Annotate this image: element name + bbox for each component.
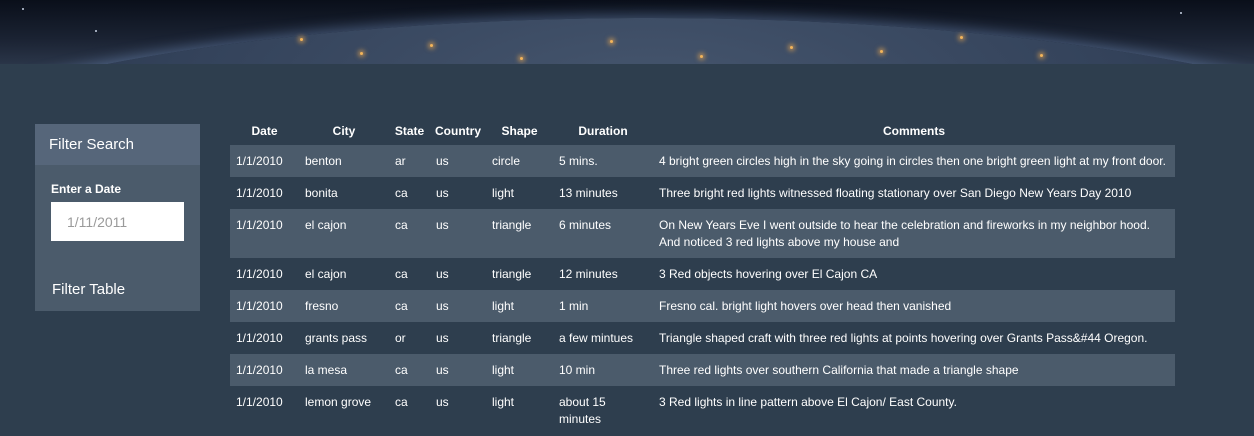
table-row: 1/1/2010 bonita ca us light 13 minutes Three b… xyxy=(230,177,1175,209)
duration-cell: 13 minutes xyxy=(553,177,653,209)
comments-cell: Fresno cal. bright light hovers over hea… xyxy=(653,290,1175,322)
state-cell: ca xyxy=(389,290,430,322)
table-row: 1/1/2010 el cajon ca us triangle 12 minutes 3 … xyxy=(230,258,1175,290)
date-cell: 1/1/2010 xyxy=(230,354,299,386)
city-cell: fresno xyxy=(299,290,389,322)
duration-cell: 12 minutes xyxy=(553,258,653,290)
column-header-country: Country xyxy=(435,123,481,138)
date-cell: 1/1/2010 xyxy=(230,258,299,290)
city-cell: benton xyxy=(299,145,389,177)
state-cell: ca xyxy=(389,258,430,290)
table-header-row: Date City State Country Shape Duration C… xyxy=(230,116,1175,145)
city-light xyxy=(520,57,523,60)
comments-cell: 3 Red lights in line pattern above El Ca… xyxy=(653,386,1175,435)
city-cell: el cajon xyxy=(299,258,389,290)
date-field-label: Enter a Date xyxy=(51,182,122,196)
comments-cell: 3 Red objects hovering over El Cajon CA xyxy=(653,258,1175,290)
star xyxy=(1180,12,1182,14)
shape-cell: light xyxy=(486,354,553,386)
comments-cell: Three bright red lights witnessed floati… xyxy=(653,177,1175,209)
table-row: 1/1/2010 lemon grove ca us light about 15 min… xyxy=(230,386,1175,435)
country-cell: us xyxy=(430,290,486,322)
shape-cell: light xyxy=(486,290,553,322)
city-light xyxy=(880,50,883,53)
column-header-city: City xyxy=(332,123,356,138)
comments-cell: On New Years Eve I went outside to hear … xyxy=(653,209,1175,258)
country-cell: us xyxy=(430,145,486,177)
country-cell: us xyxy=(430,258,486,290)
city-cell: grants pass xyxy=(299,322,389,354)
state-cell: ar xyxy=(389,145,430,177)
table-row: 1/1/2010 la mesa ca us light 10 min Three red … xyxy=(230,354,1175,386)
duration-cell: about 15 minutes xyxy=(553,386,653,435)
state-cell: ca xyxy=(389,354,430,386)
star xyxy=(95,30,97,32)
ufo-sightings-table: Date City State Country Shape Duration C… xyxy=(230,116,1175,435)
shape-cell: circle xyxy=(486,145,553,177)
column-header-state: State xyxy=(394,123,425,138)
duration-cell: 10 min xyxy=(553,354,653,386)
comments-cell: 4 bright green circles high in the sky g… xyxy=(653,145,1175,177)
city-cell: bonita xyxy=(299,177,389,209)
column-header-shape: Shape xyxy=(501,123,538,138)
city-light xyxy=(300,38,303,41)
country-cell: us xyxy=(430,322,486,354)
table-row: 1/1/2010 benton ar us circle 5 mins. 4 bright … xyxy=(230,145,1175,177)
comments-cell: Triangle shaped craft with three red lig… xyxy=(653,322,1175,354)
city-cell: el cajon xyxy=(299,209,389,258)
date-cell: 1/1/2010 xyxy=(230,322,299,354)
state-cell: ca xyxy=(389,209,430,258)
city-cell: lemon grove xyxy=(299,386,389,435)
filter-search-title: Filter Search xyxy=(35,124,200,165)
duration-cell: 6 minutes xyxy=(553,209,653,258)
city-light xyxy=(1040,54,1043,57)
duration-cell: a few mintues xyxy=(553,322,653,354)
shape-cell: triangle xyxy=(486,258,553,290)
date-cell: 1/1/2010 xyxy=(230,290,299,322)
date-cell: 1/1/2010 xyxy=(230,386,299,435)
column-header-date: Date xyxy=(251,123,278,138)
city-light xyxy=(610,40,613,43)
shape-cell: triangle xyxy=(486,322,553,354)
city-cell: la mesa xyxy=(299,354,389,386)
country-cell: us xyxy=(430,209,486,258)
city-light xyxy=(430,44,433,47)
filter-search-panel: Filter Search Enter a Date Filter Table xyxy=(35,124,200,311)
country-cell: us xyxy=(430,177,486,209)
earth-horizon xyxy=(0,18,1254,64)
city-light xyxy=(360,52,363,55)
date-cell: 1/1/2010 xyxy=(230,145,299,177)
shape-cell: triangle xyxy=(486,209,553,258)
city-light xyxy=(700,55,703,58)
table-row: 1/1/2010 el cajon ca us triangle 6 minutes On … xyxy=(230,209,1175,258)
state-cell: ca xyxy=(389,386,430,435)
table-row: 1/1/2010 fresno ca us light 1 min Fresno cal. … xyxy=(230,290,1175,322)
date-cell: 1/1/2010 xyxy=(230,209,299,258)
date-cell: 1/1/2010 xyxy=(230,177,299,209)
table-row: 1/1/2010 grants pass or us triangle a few min… xyxy=(230,322,1175,354)
state-cell: or xyxy=(389,322,430,354)
city-light xyxy=(960,36,963,39)
table-body: 1/1/2010 benton ar us circle 5 mins. 4 bright … xyxy=(230,145,1175,435)
country-cell: us xyxy=(430,386,486,435)
state-cell: ca xyxy=(389,177,430,209)
date-input[interactable] xyxy=(51,202,184,241)
column-header-duration: Duration xyxy=(578,123,628,138)
header-earth-banner xyxy=(0,0,1254,64)
star xyxy=(22,8,24,10)
duration-cell: 5 mins. xyxy=(553,145,653,177)
shape-cell: light xyxy=(486,386,553,435)
shape-cell: light xyxy=(486,177,553,209)
comments-cell: Three red lights over southern Californi… xyxy=(653,354,1175,386)
duration-cell: 1 min xyxy=(553,290,653,322)
city-light xyxy=(790,46,793,49)
country-cell: us xyxy=(430,354,486,386)
filter-table-button[interactable]: Filter Table xyxy=(52,281,125,298)
column-header-comments: Comments xyxy=(882,123,945,138)
